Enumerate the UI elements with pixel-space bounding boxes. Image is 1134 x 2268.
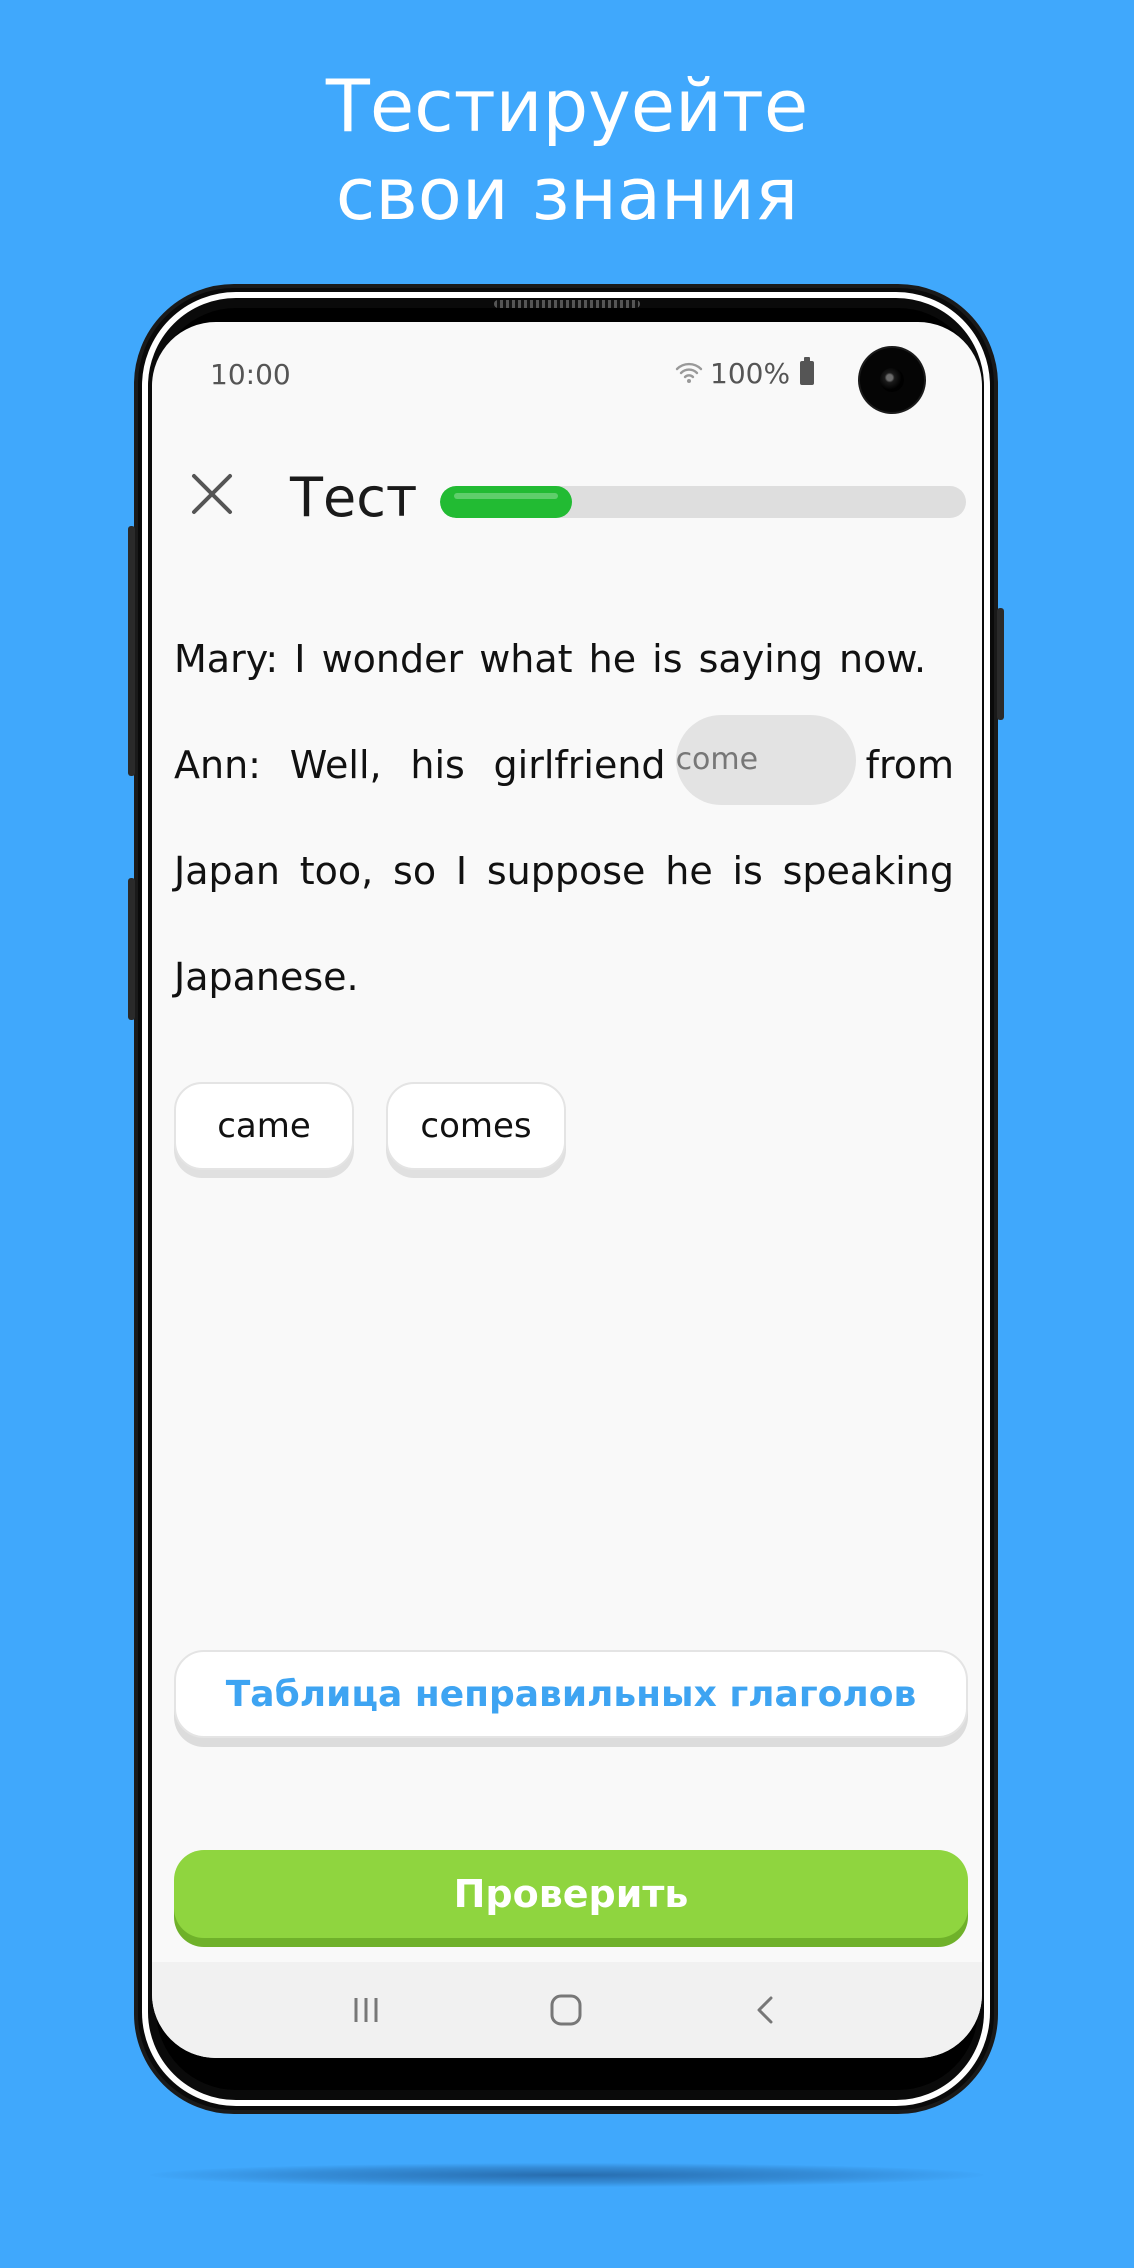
- phone-screen: 10:00 100% Тест Mary: I wonder what he i…: [152, 322, 982, 2058]
- battery-icon: [800, 357, 815, 385]
- question-text: Mary: I wonder what he is saying now. An…: [174, 606, 954, 1030]
- front-camera: [860, 348, 924, 412]
- volume-button: [128, 526, 135, 776]
- status-bar: 10:00 100%: [152, 322, 982, 412]
- home-button[interactable]: [536, 1980, 596, 2040]
- answer-options: came comes: [174, 1082, 566, 1170]
- earpiece-speaker: [494, 300, 640, 308]
- battery-percent: 100%: [710, 356, 791, 390]
- assistant-button: [128, 878, 135, 1020]
- answer-blank[interactable]: come: [675, 714, 856, 805]
- back-icon: [757, 1996, 773, 2024]
- irregular-verbs-table-button[interactable]: Таблица неправильных глаголов: [174, 1650, 968, 1738]
- promo-headline: Тестируейте свои знания: [0, 62, 1134, 238]
- promo-line-2: свои знания: [335, 152, 799, 236]
- home-icon: [550, 1994, 582, 2026]
- close-icon: [192, 474, 232, 514]
- progress-bar: [440, 486, 966, 518]
- recent-apps-icon: [354, 1998, 378, 2022]
- option-comes[interactable]: comes: [386, 1082, 566, 1170]
- option-came[interactable]: came: [174, 1082, 354, 1170]
- power-button: [997, 608, 1004, 720]
- close-button[interactable]: [182, 464, 242, 524]
- progress-fill: [440, 486, 572, 518]
- wifi-icon: [674, 360, 704, 386]
- phone-shadow: [150, 2163, 984, 2187]
- check-button[interactable]: Проверить: [174, 1850, 968, 1938]
- promo-line-1: Тестируейте: [325, 64, 809, 148]
- page-title: Тест: [290, 466, 418, 529]
- question-before-blank: Ann: Well, his girlfriend: [174, 743, 666, 787]
- test-header: Тест: [152, 442, 982, 542]
- navigation-bar: [152, 1962, 982, 2058]
- back-button[interactable]: [736, 1980, 796, 2040]
- status-indicators: 100%: [674, 356, 815, 390]
- question-line-1: Mary: I wonder what he is saying now.: [174, 637, 927, 681]
- status-time: 10:00: [210, 358, 291, 391]
- recent-apps-button[interactable]: [336, 1980, 396, 2040]
